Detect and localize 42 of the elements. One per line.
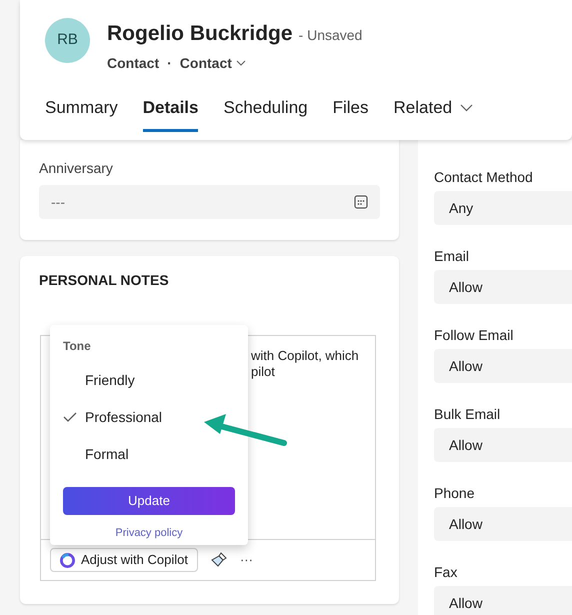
note-text: with Copilot, which [251, 348, 360, 364]
select-field[interactable]: Any [434, 191, 572, 225]
privacy-link[interactable]: Privacy policy [115, 525, 183, 542]
select-field[interactable]: Allow [434, 349, 572, 383]
date-field[interactable]: --- [39, 185, 380, 219]
unsaved-status: - Unsaved [298, 26, 362, 45]
chevron-down-icon [460, 104, 474, 112]
select-field[interactable]: Allow [434, 270, 572, 304]
field-label: Fax [434, 564, 458, 581]
section-title: PERSONAL NOTES [39, 271, 170, 290]
checkmark-icon [63, 412, 77, 422]
tab[interactable]: Related [394, 88, 474, 132]
field-label: Phone [434, 485, 476, 502]
select-field[interactable]: Allow [434, 428, 572, 462]
copilot-icon [60, 552, 75, 568]
menu-title: Tone [63, 338, 92, 355]
note-text: pilot [251, 364, 276, 380]
tone-option[interactable]: Professional [63, 406, 235, 428]
separator-dot: · [167, 54, 172, 72]
field-label: Email [434, 248, 470, 265]
field-label: Follow Email [434, 327, 514, 344]
tab[interactable]: Summary [45, 88, 118, 132]
calendar-icon [354, 195, 368, 209]
date-input[interactable]: --- [51, 192, 251, 212]
field-label: Contact Method [434, 169, 534, 186]
tab[interactable]: Details [142, 88, 198, 132]
adjust-copilot-button[interactable]: Adjust with Copilot [50, 548, 198, 572]
record-name: Rogelio Buckridge [107, 21, 293, 47]
update-button[interactable]: Update [63, 487, 235, 515]
field-label: Anniversary [39, 159, 114, 178]
avatar: RB [45, 18, 90, 63]
tab[interactable]: Scheduling [223, 88, 308, 132]
form-selector[interactable]: Contact [180, 52, 246, 74]
tone-option[interactable]: Friendly [63, 369, 235, 391]
field-label: Bulk Email [434, 406, 502, 423]
tone-option[interactable]: Formal [63, 443, 235, 465]
entity-label: Contact [107, 54, 160, 72]
tab[interactable]: Files [332, 88, 369, 132]
select-field[interactable]: Allow [434, 507, 572, 541]
select-field[interactable]: Allow [434, 586, 572, 615]
chevron-down-icon [236, 60, 246, 66]
more-button[interactable]: ··· [240, 550, 253, 570]
